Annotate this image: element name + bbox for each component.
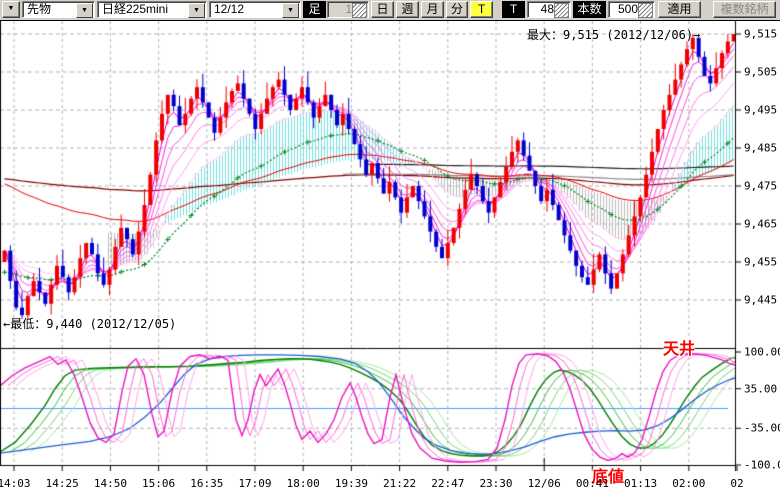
period-week-button[interactable]: 週 — [396, 1, 419, 18]
tick-size-spinner[interactable]: 48 — [527, 1, 571, 18]
instrument-type-value: 先物 — [27, 2, 51, 16]
chevron-down-icon: ▼ — [8, 5, 15, 12]
bar-count-spinner[interactable]: 500 — [608, 1, 655, 18]
bar-count-value: 500 — [618, 2, 638, 16]
t-label: T — [502, 1, 525, 18]
interval-spinner[interactable]: 1 — [327, 1, 369, 18]
symbol-value: 日経225mini — [102, 2, 168, 16]
period-month-button[interactable]: 月 — [421, 1, 444, 18]
spinner-icon[interactable] — [554, 3, 569, 18]
interval-value: 1 — [345, 2, 352, 16]
apply-button[interactable]: 適用 — [658, 1, 701, 18]
collapse-combo-button[interactable]: ▼ — [2, 1, 20, 18]
toolbar-separator — [0, 20, 780, 21]
toolbar: ▼ 先物 ▼ 日経225mini ▼ 12/12 ▼ 足 1 日 週 月 分 T… — [0, 0, 780, 20]
period-minute-button[interactable]: 分 — [446, 1, 468, 18]
chevron-down-icon[interactable]: ▼ — [76, 3, 93, 18]
contract-month-value: 12/12 — [214, 2, 244, 16]
ashi-label: 足 — [303, 1, 326, 18]
tick-size-value: 48 — [541, 2, 554, 16]
period-day-button[interactable]: 日 — [371, 1, 394, 18]
contract-month-select[interactable]: 12/12 ▼ — [209, 1, 301, 18]
chevron-down-icon[interactable]: ▼ — [282, 3, 299, 18]
chart-canvas[interactable] — [0, 21, 780, 500]
tick-mode-button[interactable]: T — [470, 1, 493, 18]
instrument-type-select[interactable]: 先物 ▼ — [22, 1, 95, 18]
chevron-down-icon[interactable]: ▼ — [188, 3, 205, 18]
symbol-select[interactable]: 日経225mini ▼ — [97, 1, 207, 18]
honsu-label: 本数 — [573, 1, 606, 18]
spinner-icon[interactable] — [352, 3, 367, 18]
multi-symbol-button[interactable]: 複数銘柄 — [713, 1, 776, 18]
spinner-icon[interactable] — [638, 3, 653, 18]
